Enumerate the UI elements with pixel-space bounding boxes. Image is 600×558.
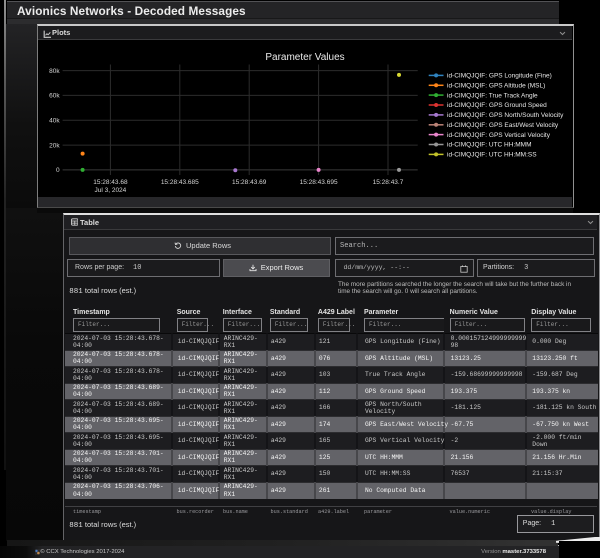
svg-text:id-CIMQJQIF: GPS Vertical Velo: id-CIMQJQIF: GPS Vertical Velocity [447,131,551,138]
svg-text:15:28:43.7: 15:28:43.7 [373,179,404,186]
svg-text:id-CIMQJQIF: GPS East/West Vel: id-CIMQJQIF: GPS East/West Velocity [447,122,559,129]
svg-text:15:28:43.69: 15:28:43.69 [232,179,267,186]
svg-text:0: 0 [56,167,60,174]
svg-text:id-CIMQJQIF: True Track Angle: id-CIMQJQIF: True Track Angle [447,92,538,99]
svg-text:id-CIMQJQIF: GPS Altitude (MSL: id-CIMQJQIF: GPS Altitude (MSL) [447,82,545,89]
svg-text:40k: 40k [49,117,60,124]
svg-text:15:28:43.68: 15:28:43.68 [93,179,128,186]
svg-text:20k: 20k [49,142,60,149]
svg-text:id-CIMQJQIF: GPS Ground Speed: id-CIMQJQIF: GPS Ground Speed [447,102,547,109]
svg-text:60k: 60k [49,92,60,99]
svg-text:15:28:43.685: 15:28:43.685 [161,179,199,186]
svg-text:id-CIMQJQIF: GPS Longitude (Fi: id-CIMQJQIF: GPS Longitude (Fine) [447,72,552,79]
svg-text:Jul 3, 2024: Jul 3, 2024 [94,187,126,194]
svg-text:Parameter Values: Parameter Values [265,52,344,63]
svg-text:id-CIMQJQIF: UTC HH:MM:SS: id-CIMQJQIF: UTC HH:MM:SS [447,151,537,158]
svg-text:id-CIMQJQIF: UTC HH:MMM: id-CIMQJQIF: UTC HH:MMM [447,141,532,148]
svg-text:15:28:43.695: 15:28:43.695 [300,179,338,186]
svg-text:id-CIMQJQIF: GPS North/South V: id-CIMQJQIF: GPS North/South Velocity [447,112,564,119]
svg-text:80k: 80k [49,67,60,74]
